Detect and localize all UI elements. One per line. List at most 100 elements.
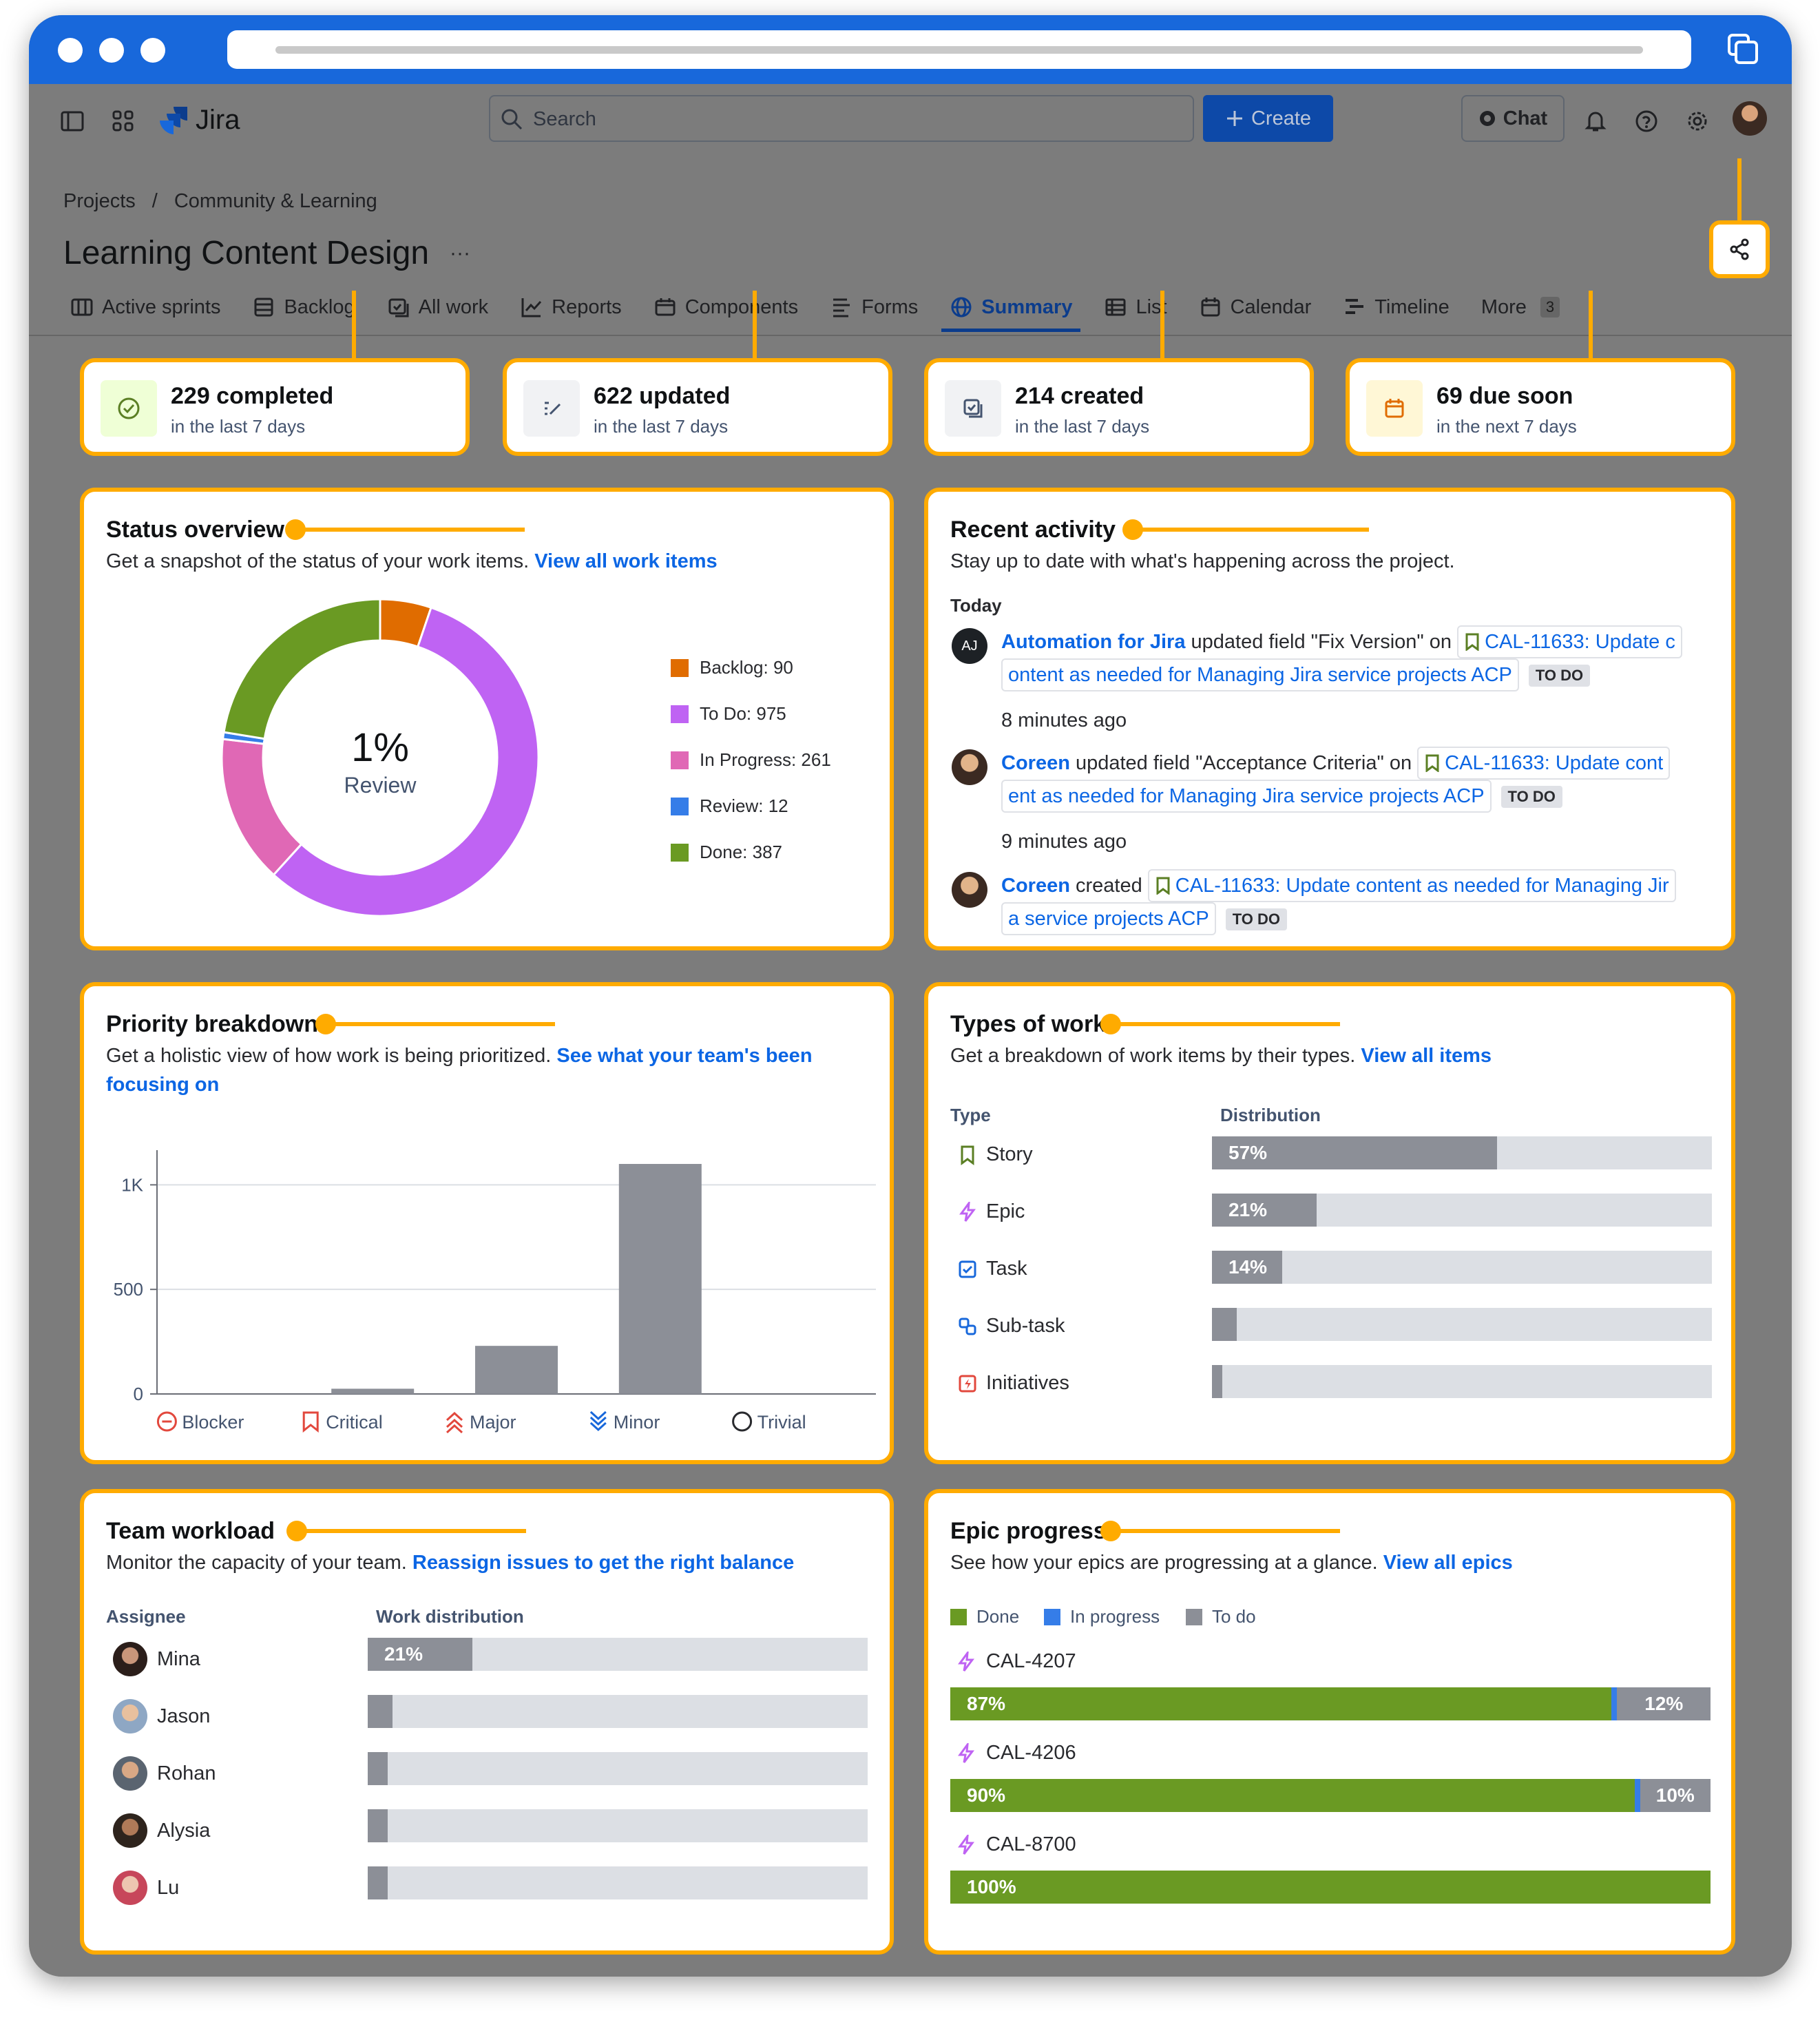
work-item-link[interactable]: CAL-11633: Update c [1457,625,1682,658]
activity-user-link[interactable]: Coreen [1001,875,1070,897]
work-item-link[interactable]: CAL-11633: Update cont [1417,747,1671,780]
tab-backlog[interactable]: Backlog [252,289,355,325]
activity-user-link[interactable]: Automation for Jira [1001,631,1185,653]
assignee-row-alysia[interactable]: Alysia [113,1813,210,1848]
top-navigation: Jira Search Create Chat [29,84,1792,154]
epic-progress-track[interactable]: 100% [950,1871,1711,1904]
tab-label: Backlog [284,295,355,318]
distribution-track[interactable] [1212,1365,1712,1398]
stat-created-card[interactable]: 214 created in the last 7 days [924,358,1314,456]
epic-row-label[interactable]: CAL-4207 [957,1650,1076,1673]
legend-item[interactable]: To Do: 975 [671,703,786,725]
tab-summary[interactable]: Summary [941,289,1081,332]
tab-all-work[interactable]: All work [387,289,488,325]
tab-calendar[interactable]: Calendar [1199,289,1311,325]
bell-icon[interactable] [1582,108,1609,134]
more-count-badge: 3 [1540,297,1560,317]
distribution-track[interactable] [368,1752,868,1785]
team-focus-link[interactable]: See what your team's been [556,1045,812,1067]
type-row-story[interactable]: Story [959,1143,1033,1166]
app-switcher-icon[interactable] [110,108,136,134]
type-row-initiatives[interactable]: Initiatives [959,1372,1069,1395]
activity-time: 9 minutes ago [1001,831,1127,853]
legend-label: Done [976,1606,1020,1627]
view-all-items-link[interactable]: View all items [1361,1045,1492,1067]
donut-slice-4[interactable] [222,598,381,740]
major-priority-icon [446,1411,463,1434]
work-item-link[interactable]: a service projects ACP [1001,902,1216,935]
distribution-track[interactable]: 21% [368,1638,868,1671]
tab-reports[interactable]: Reports [520,289,622,325]
window-minimize-dot[interactable] [99,38,124,63]
assignee-row-lu[interactable]: Lu [113,1871,179,1905]
distribution-track[interactable]: 14% [1212,1251,1712,1284]
distribution-track[interactable] [368,1809,868,1842]
tab-timeline[interactable]: Timeline [1343,289,1450,325]
user-avatar[interactable] [1733,101,1767,136]
distribution-track[interactable]: 57% [1212,1136,1712,1169]
jira-logo[interactable]: Jira [160,105,240,135]
window-close-dot[interactable] [58,38,83,63]
epic-row-label[interactable]: CAL-8700 [957,1833,1076,1856]
assignee-row-mina[interactable]: Mina [113,1642,200,1676]
browser-chrome [29,15,1792,84]
type-label: Epic [986,1200,1025,1222]
epic-progress-track[interactable]: 90% 10% [950,1779,1711,1812]
distribution-track[interactable]: 21% [1212,1194,1712,1227]
bar-minor[interactable] [618,1164,702,1394]
x-category-label: Critical [326,1412,383,1433]
reassign-issues-link[interactable]: Reassign issues to get the right balance [412,1552,794,1574]
legend-item[interactable]: In Progress: 261 [671,749,831,771]
stat-updated-card[interactable]: 622 updated in the last 7 days [503,358,892,456]
activity-user-link[interactable]: Coreen [1001,752,1070,774]
breadcrumb-project[interactable]: Community & Learning [174,190,377,213]
tab-list[interactable]: List [1104,289,1167,325]
window-maximize-dot[interactable] [140,38,165,63]
more-actions-button[interactable]: ··· [450,242,470,265]
chat-button[interactable]: Chat [1461,95,1565,142]
legend-item[interactable]: Review: 12 [671,795,788,817]
tab-components[interactable]: Components [653,289,798,325]
stat-due-soon-card[interactable]: 69 due soon in the next 7 days [1346,358,1735,456]
type-row-task[interactable]: Task [959,1258,1027,1280]
epic-progress-track[interactable]: 87% 12% [950,1687,1711,1720]
address-bar[interactable] [227,30,1691,69]
bar-major[interactable] [475,1346,558,1394]
tab-active-sprints[interactable]: Active sprints [70,289,220,325]
work-item-link[interactable]: ent as needed for Managing Jira service … [1001,780,1492,813]
share-button[interactable] [1709,220,1770,278]
view-all-epics-link[interactable]: View all epics [1383,1552,1513,1574]
type-row-sub-task[interactable]: Sub-task [959,1315,1065,1337]
distribution-track[interactable] [1212,1308,1712,1341]
epic-row-label[interactable]: CAL-4206 [957,1742,1076,1764]
list-icon [1105,298,1126,316]
work-item-link[interactable]: CAL-11633: Update content as needed for … [1147,869,1676,902]
distribution-track[interactable] [368,1695,868,1728]
view-all-work-items-link[interactable]: View all work items [534,550,717,572]
gear-icon[interactable] [1684,108,1711,134]
sidebar-toggle-icon[interactable] [59,108,85,134]
assignee-name: Mina [157,1647,200,1670]
breadcrumb-projects[interactable]: Projects [63,190,136,213]
distribution-track[interactable] [368,1866,868,1899]
type-row-epic[interactable]: Epic [959,1200,1025,1223]
stat-completed-card[interactable]: 229 completed in the last 7 days [80,358,470,456]
help-icon[interactable] [1633,108,1660,134]
window-tabs-icon[interactable] [1726,32,1759,65]
create-button[interactable]: Create [1203,95,1333,142]
assignee-row-jason[interactable]: Jason [113,1699,210,1733]
bar-critical[interactable] [331,1388,415,1394]
work-item-link[interactable]: ontent as needed for Managing Jira servi… [1001,658,1519,691]
legend-item[interactable]: Done: 387 [671,842,782,863]
callout-line [1113,1022,1340,1026]
team-focus-link-cont[interactable]: focusing on [106,1074,219,1096]
tab-more[interactable]: More 3 [1481,289,1560,325]
tab-forms[interactable]: Forms [830,289,918,325]
search-input[interactable]: Search [489,95,1194,142]
legend-item[interactable]: Backlog: 90 [671,657,793,678]
legend-swatch [671,751,689,769]
tab-label: Components [684,295,799,318]
assignee-row-rohan[interactable]: Rohan [113,1756,216,1791]
jira-logo-icon [160,107,187,134]
legend-label: Backlog: 90 [700,657,793,678]
